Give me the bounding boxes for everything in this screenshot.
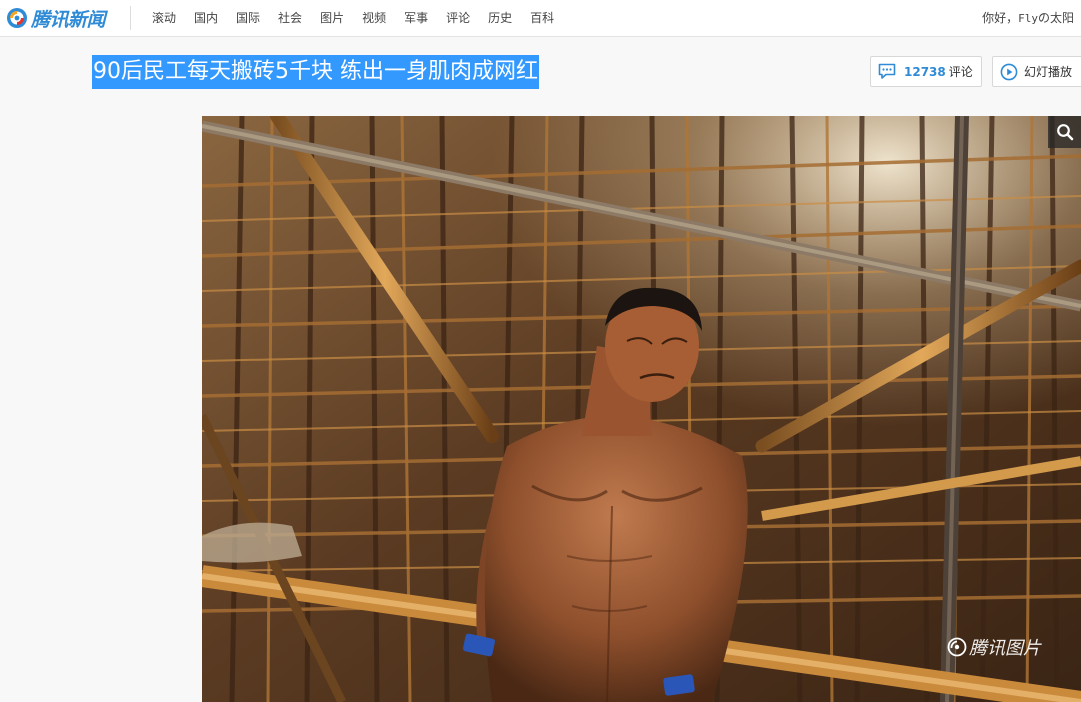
top-navigation-bar: 腾讯新闻 滚动 国内 国际 社会 图片 视频 军事 评论 历史 百科 你好，Fl… [0, 0, 1081, 37]
logo-divider [130, 6, 131, 30]
comment-label: 评论 [948, 65, 973, 79]
nav-item-commentary[interactable]: 评论 [446, 0, 470, 36]
comment-count: 12738 [904, 64, 946, 79]
logo-text: 腾讯新闻 [31, 8, 106, 31]
slideshow-label: 幻灯播放 [1024, 65, 1073, 79]
nav-item-domestic[interactable]: 国内 [194, 0, 218, 36]
main-nav: 滚动 国内 国际 社会 图片 视频 军事 评论 历史 百科 [152, 0, 572, 36]
nav-item-video[interactable]: 视频 [362, 0, 386, 36]
nav-item-society[interactable]: 社会 [278, 0, 302, 36]
tencent-logo-icon [7, 8, 27, 28]
comment-button[interactable]: 12738 评论 [870, 56, 982, 87]
photo-watermark: 腾讯图片 [947, 634, 1041, 660]
nav-item-rolling[interactable]: 滚动 [152, 0, 176, 36]
nav-item-international[interactable]: 国际 [236, 0, 260, 36]
article-title: 90后民工每天搬砖5千块 练出一身肌肉成网红 [92, 55, 539, 89]
article-photo[interactable]: 腾讯图片 [202, 116, 1081, 702]
nav-item-military[interactable]: 军事 [404, 0, 428, 36]
tencent-watermark-icon [947, 637, 967, 657]
watermark-text: 腾讯图片 [969, 638, 1041, 659]
tencent-news-logo[interactable]: 腾讯新闻 [6, 5, 106, 31]
username-link[interactable]: Fly [1018, 12, 1038, 25]
nav-item-encyclopedia[interactable]: 百科 [530, 0, 554, 36]
construction-scaffold-photo [202, 116, 1081, 702]
nav-item-history[interactable]: 历史 [488, 0, 512, 36]
zoom-button[interactable] [1048, 116, 1081, 148]
magnifier-icon [1056, 124, 1073, 141]
comment-bubble-icon [878, 63, 896, 79]
nav-item-pictures[interactable]: 图片 [320, 0, 344, 36]
play-circle-icon [1000, 63, 1018, 80]
user-greeting: 你好，Flyの太阳 [982, 0, 1074, 37]
username-suffix[interactable]: の太阳 [1038, 11, 1074, 25]
slideshow-button[interactable]: 幻灯播放 [992, 56, 1081, 87]
greeting-text: 你好， [982, 11, 1019, 25]
